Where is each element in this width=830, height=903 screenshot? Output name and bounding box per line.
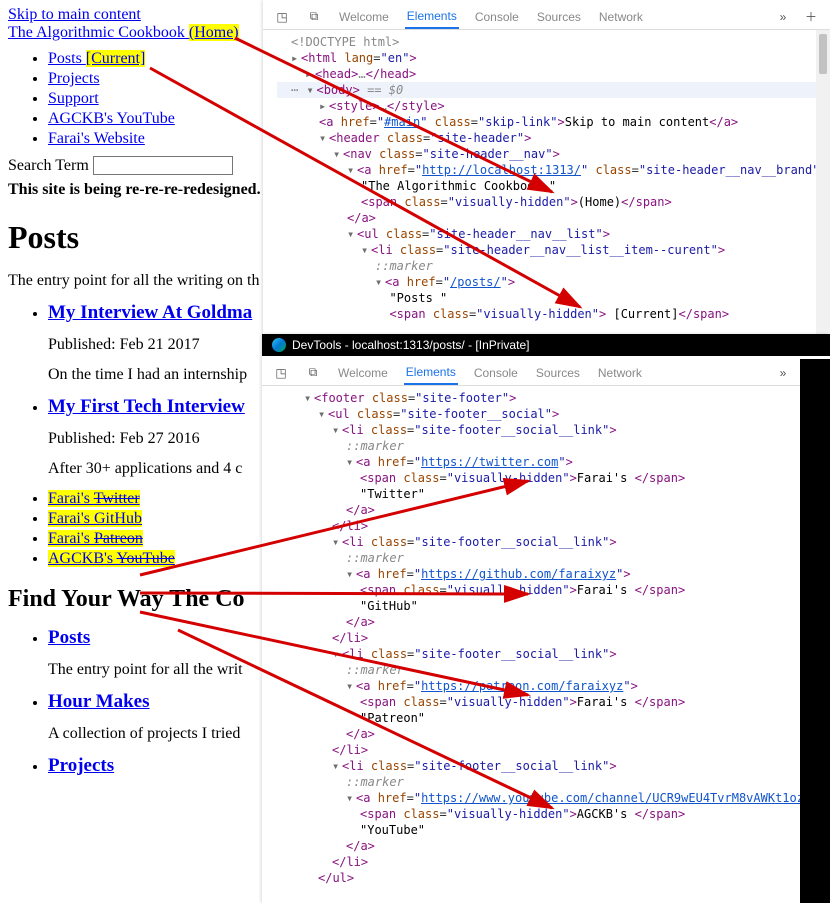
nav-posts-current-hl: [Current] bbox=[86, 50, 146, 67]
nav-posts[interactable]: Posts [Current] bbox=[48, 50, 145, 67]
brand-link[interactable]: The Algorithmic Cookbook (Home) bbox=[8, 24, 239, 41]
brand-text: The Algorithmic Cookbook bbox=[8, 24, 189, 41]
more-tabs-icon[interactable]: » bbox=[774, 8, 792, 26]
scrollbar[interactable] bbox=[816, 30, 830, 334]
inspect-icon[interactable]: ◳ bbox=[272, 364, 290, 382]
footer-github[interactable]: Farai's GitHub bbox=[48, 510, 142, 527]
fw-hour[interactable]: Hour Makes bbox=[48, 691, 150, 712]
tab-console[interactable]: Console bbox=[473, 6, 521, 28]
fw-projects[interactable]: Projects bbox=[48, 755, 114, 776]
device-icon[interactable]: ⧉ bbox=[305, 8, 323, 26]
search-input[interactable] bbox=[93, 156, 233, 175]
tab-network[interactable]: Network bbox=[597, 6, 645, 28]
footer-youtube[interactable]: AGCKB's YouTube bbox=[48, 550, 175, 567]
fw-posts[interactable]: Posts bbox=[48, 627, 90, 648]
devtools-titlebar: DevTools - localhost:1313/posts/ - [InPr… bbox=[262, 334, 830, 356]
nav-projects[interactable]: Projects bbox=[48, 70, 100, 87]
tab-elements[interactable]: Elements bbox=[404, 361, 458, 385]
footer-patreon[interactable]: Farai's Patreon bbox=[48, 530, 143, 547]
devtools-elements-tree[interactable]: <!DOCTYPE html> ▸<html lang="en"> ▸<head… bbox=[263, 30, 830, 328]
search-label: Search Term bbox=[8, 157, 93, 174]
tab-welcome[interactable]: Welcome bbox=[336, 362, 390, 384]
inspect-icon[interactable]: ◳ bbox=[273, 8, 291, 26]
devtools-title: DevTools - localhost:1313/posts/ - [InPr… bbox=[292, 338, 529, 352]
tab-console[interactable]: Console bbox=[472, 362, 520, 384]
nav-farai[interactable]: Farai's Website bbox=[48, 130, 145, 147]
device-icon[interactable]: ⧉ bbox=[304, 364, 322, 382]
tab-network[interactable]: Network bbox=[596, 362, 644, 384]
devtools-tabs: ◳ ⧉ Welcome Elements Console Sources Net… bbox=[263, 0, 830, 30]
edge-icon bbox=[272, 338, 286, 352]
add-tab-icon[interactable]: ＋ bbox=[802, 8, 820, 26]
brand-home-hl: (Home) bbox=[189, 24, 239, 41]
devtools-bottom: DevTools - localhost:1313/posts/ - [InPr… bbox=[262, 334, 830, 903]
devtools-elements-tree-2[interactable]: ▾<footer class="site-footer"> ▾<ul class… bbox=[262, 386, 830, 892]
post2-link[interactable]: My First Tech Interview bbox=[48, 396, 245, 417]
tab-sources[interactable]: Sources bbox=[535, 6, 583, 28]
nav-support[interactable]: Support bbox=[48, 90, 99, 107]
tab-sources[interactable]: Sources bbox=[534, 362, 582, 384]
devtools-tabs-2: ◳ ⧉ Welcome Elements Console Sources Net… bbox=[262, 356, 830, 386]
more-tabs-icon[interactable]: » bbox=[774, 364, 792, 382]
tab-elements[interactable]: Elements bbox=[405, 5, 459, 29]
devtools-top: ◳ ⧉ Welcome Elements Console Sources Net… bbox=[263, 0, 830, 334]
skip-link[interactable]: Skip to main content bbox=[8, 6, 141, 23]
tab-welcome[interactable]: Welcome bbox=[337, 6, 391, 28]
black-strip bbox=[800, 359, 830, 903]
nav-youtube[interactable]: AGCKB's YouTube bbox=[48, 110, 175, 127]
footer-twitter[interactable]: Farai's Twitter bbox=[48, 490, 140, 507]
post1-link[interactable]: My Interview At Goldma bbox=[48, 302, 252, 323]
